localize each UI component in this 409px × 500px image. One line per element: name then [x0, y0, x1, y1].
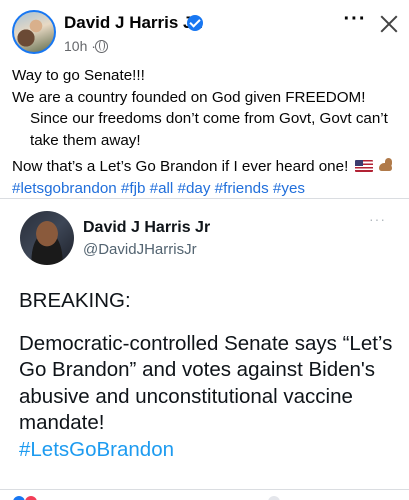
globe-icon [95, 40, 108, 53]
post-line: Way to go Senate!!! [12, 67, 145, 84]
post-text: Way to go Senate!!! We are a country fou… [12, 65, 404, 199]
author-avatar[interactable] [12, 10, 56, 54]
facebook-post: David J Harris Jr. 10h · ··· Way to go S… [0, 0, 409, 500]
tweet-text: Democratic-controlled Senate says “Let’s… [19, 331, 393, 435]
flexed-biceps-icon [377, 158, 395, 173]
tweet-author-handle[interactable]: @DavidJHarrisJr [83, 241, 197, 258]
tweet-author-name[interactable]: David J Harris Jr [83, 219, 210, 237]
reactions-bar [0, 489, 409, 500]
post-line: We are a country founded on God given FR… [12, 88, 366, 106]
post-header: David J Harris Jr. 10h · ··· [0, 0, 409, 64]
tweet-more-icon[interactable]: ··· [369, 212, 386, 226]
author-name[interactable]: David J Harris Jr. [64, 13, 203, 33]
tweet-body: BREAKING: Democratic-controlled Senate s… [19, 288, 399, 463]
more-options-icon[interactable]: ··· [342, 9, 368, 32]
post-line: Now that’s a Let’s Go Brandon if I ever … [12, 158, 349, 175]
post-timestamp[interactable]: 10h · [64, 38, 96, 54]
love-reaction-icon [24, 495, 38, 500]
tweet-hashtag[interactable]: #LetsGoBrandon [19, 437, 399, 464]
tweet-heading: BREAKING: [19, 289, 131, 312]
tweet-author-avatar[interactable] [20, 211, 74, 265]
post-line: Since our freedoms don’t come from Govt,… [30, 110, 388, 149]
close-icon[interactable] [379, 14, 399, 34]
post-hashtags[interactable]: #letsgobrandon #fjb #all #day #friends #… [12, 178, 404, 200]
comment-icon [268, 496, 280, 500]
post-line-with-emoji: Now that’s a Let’s Go Brandon if I ever … [12, 156, 404, 178]
embedded-tweet[interactable]: David J Harris Jr @DavidJHarrisJr ··· BR… [0, 199, 409, 489]
us-flag-icon [354, 160, 373, 172]
verified-badge-icon [187, 15, 203, 31]
